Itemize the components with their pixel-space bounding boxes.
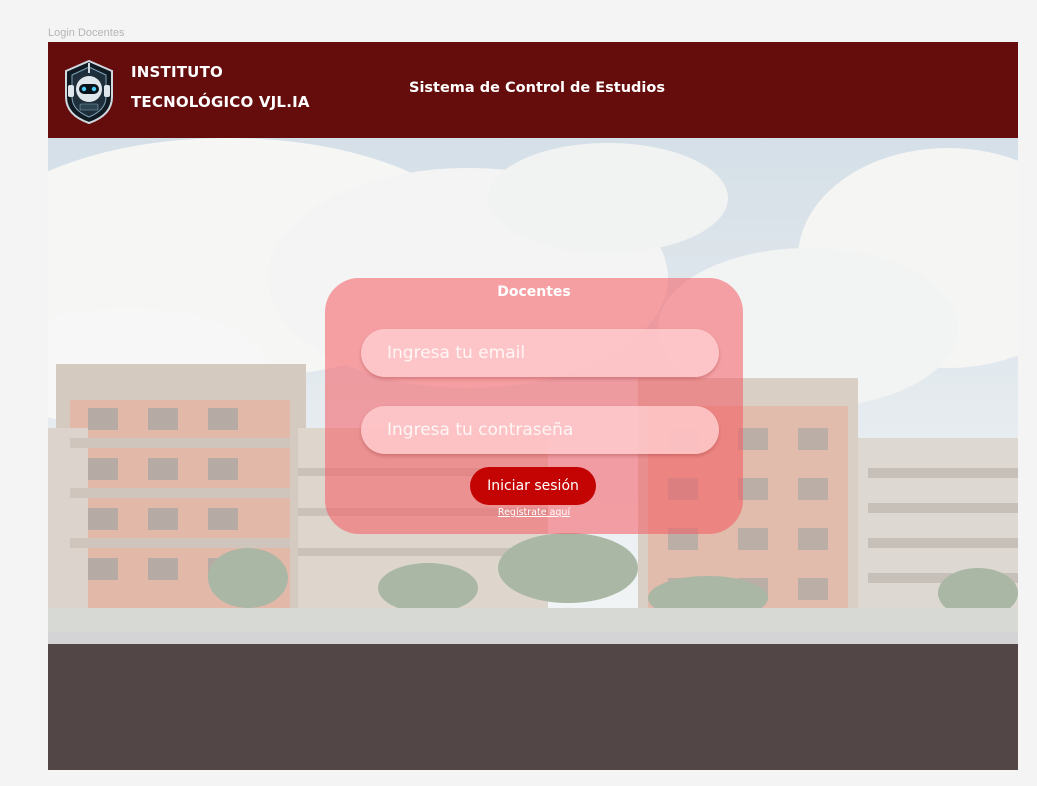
system-title: Sistema de Control de Estudios: [409, 80, 665, 96]
login-title: Docentes: [497, 284, 571, 300]
institute-name-line-1: INSTITUTO: [131, 63, 223, 81]
frame-label: Login Docentes: [48, 27, 125, 39]
login-page: INSTITUTO TECNOLÓGICO VJL.IA Sistema de …: [48, 42, 1018, 770]
register-link[interactable]: Regístrate aquí: [325, 507, 743, 518]
email-input[interactable]: [361, 329, 719, 377]
robot-shield-icon: [65, 59, 113, 125]
login-button[interactable]: Iniciar sesión: [470, 467, 596, 505]
header: INSTITUTO TECNOLÓGICO VJL.IA Sistema de …: [48, 42, 1018, 138]
footer: [48, 644, 1018, 770]
institute-name-line-2: TECNOLÓGICO VJL.IA: [131, 93, 310, 111]
footer-divider: [48, 632, 1018, 644]
password-input[interactable]: [361, 406, 719, 454]
login-card: Docentes Iniciar sesión Regístrate aquí: [325, 278, 743, 534]
